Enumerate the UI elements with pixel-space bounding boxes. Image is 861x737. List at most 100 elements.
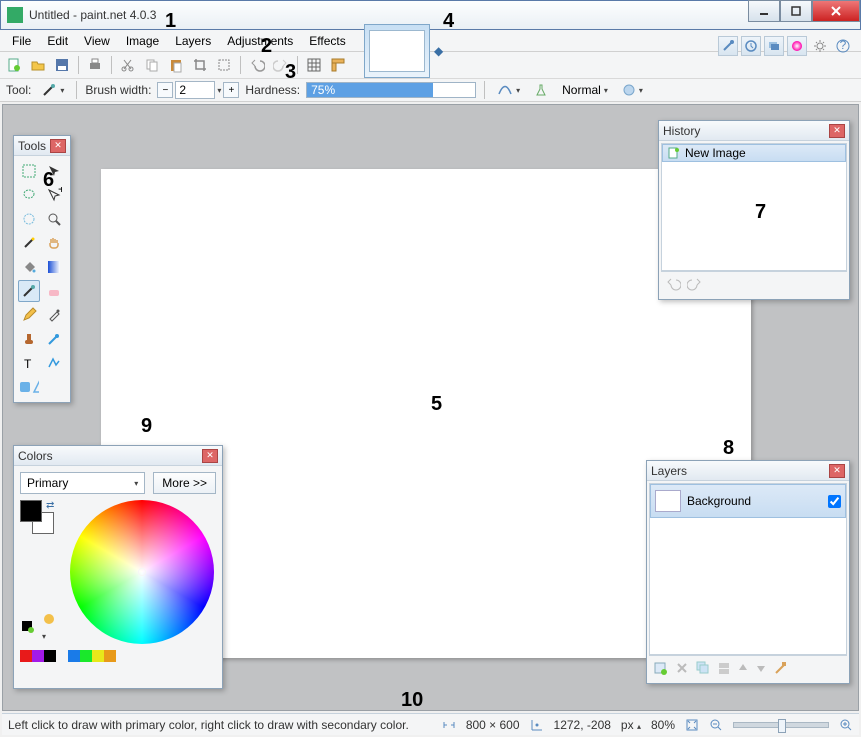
brush-width-dropdown-icon[interactable]: ▾ [217,86,221,95]
zoom-tool[interactable] [43,208,65,230]
zoom-slider[interactable] [733,722,829,728]
delete-layer-icon[interactable] [675,661,689,675]
fit-window-icon[interactable] [685,718,699,732]
help-icon[interactable]: ? [833,36,853,56]
brush-width-decrease[interactable]: − [157,82,173,98]
palette-swatch[interactable] [68,650,80,662]
blend-mode-selector[interactable]: Normal▾ [558,83,612,97]
colors-panel-close[interactable]: ✕ [202,449,218,463]
ruler-icon[interactable] [328,55,348,75]
palette-swatch[interactable] [32,650,44,662]
copy-icon[interactable] [142,55,162,75]
merge-down-icon[interactable] [717,661,731,675]
annotation: 8 [723,437,734,460]
tools-window-toggle[interactable] [718,36,738,56]
history-list[interactable]: New Image [661,143,847,271]
annotation: 4 [443,10,454,33]
paste-icon[interactable] [166,55,186,75]
history-undo-icon[interactable] [665,277,681,291]
add-color-icon[interactable] [20,619,36,635]
palette-swatch[interactable] [80,650,92,662]
clone-stamp-tool[interactable] [18,328,40,350]
more-button[interactable]: More >> [153,472,216,494]
layer-visible-checkbox[interactable] [828,495,841,508]
deselect-icon[interactable] [214,55,234,75]
color-wheel[interactable] [70,500,214,644]
paintbrush-tool[interactable] [18,280,40,302]
colors-window-toggle[interactable] [787,36,807,56]
menu-file[interactable]: File [4,32,39,50]
open-file-icon[interactable] [28,55,48,75]
cut-icon[interactable] [118,55,138,75]
new-file-icon[interactable] [4,55,24,75]
crop-icon[interactable] [190,55,210,75]
palette-swatch[interactable] [104,650,116,662]
palette-menu-icon[interactable]: ▾ [42,612,58,642]
pan-tool[interactable] [43,232,65,254]
rect-select-tool[interactable] [18,160,40,182]
hardness-value: 75% [311,83,335,97]
brush-width-increase[interactable]: + [223,82,239,98]
history-panel-close[interactable]: ✕ [829,124,845,138]
zoom-in-icon[interactable] [839,718,853,732]
close-button[interactable] [812,0,860,22]
recolor-tool[interactable] [43,328,65,350]
history-window-toggle[interactable] [741,36,761,56]
thumbnail-dropdown-icon[interactable]: ◆ [434,44,443,58]
pencil-tool[interactable] [18,304,40,326]
layer-list[interactable]: Background [649,483,847,655]
move-layer-down-icon[interactable] [755,662,767,674]
layers-window-toggle[interactable] [764,36,784,56]
magic-wand-tool[interactable] [18,232,40,254]
eraser-tool[interactable] [43,280,65,302]
add-layer-icon[interactable] [653,660,669,676]
palette-swatch[interactable] [20,650,32,662]
maximize-button[interactable] [780,0,812,22]
text-tool[interactable]: T [18,352,40,374]
document-thumbnail[interactable] [364,24,430,78]
brush-width-stepper[interactable]: − ▾ + [157,81,239,99]
line-tool[interactable] [43,352,65,374]
antialias-toggle[interactable]: ▾ [493,82,524,98]
ellipse-select-tool[interactable] [18,208,40,230]
overwrite-toggle[interactable]: ▾ [618,83,647,97]
print-icon[interactable] [85,55,105,75]
move-layer-up-icon[interactable] [737,662,749,674]
settings-icon[interactable] [810,36,830,56]
lasso-tool[interactable] [18,184,40,206]
tools-panel-close[interactable]: ✕ [50,139,66,153]
layers-panel-close[interactable]: ✕ [829,464,845,478]
gradient-tool[interactable] [43,256,65,278]
save-icon[interactable] [52,55,72,75]
blend-flask-icon[interactable] [530,83,552,97]
cursor-position: 1272, -208 [554,718,611,732]
tool-selector[interactable]: ▾ [37,82,68,98]
menu-effects[interactable]: Effects [301,32,353,50]
zoom-out-icon[interactable] [709,718,723,732]
grid-icon[interactable] [304,55,324,75]
swap-colors-icon[interactable]: ⇄ [46,500,54,511]
history-redo-icon[interactable] [687,277,703,291]
brush-width-input[interactable] [175,81,215,99]
hardness-slider[interactable]: 75% [306,82,476,98]
color-picker-tool[interactable] [43,304,65,326]
duplicate-layer-icon[interactable] [695,660,711,676]
primary-secondary-selector[interactable]: Primary▾ [20,472,145,494]
units-selector[interactable]: px ▴ [621,718,641,732]
menu-view[interactable]: View [76,32,118,50]
palette-swatch[interactable] [44,650,56,662]
palette-swatch[interactable] [92,650,104,662]
paint-bucket-tool[interactable] [18,256,40,278]
minimize-button[interactable] [748,0,780,22]
menu-layers[interactable]: Layers [167,32,219,50]
layer-item[interactable]: Background [650,484,846,518]
undo-icon[interactable] [247,55,267,75]
layer-properties-icon[interactable] [773,660,789,676]
menu-image[interactable]: Image [118,32,167,50]
resize-grip-icon[interactable] [442,718,456,732]
menu-edit[interactable]: Edit [39,32,76,50]
history-item[interactable]: New Image [662,144,846,162]
shapes-tool[interactable] [18,376,40,398]
palette-row[interactable] [20,650,216,662]
color-swatches[interactable]: ⇄ [20,500,60,536]
